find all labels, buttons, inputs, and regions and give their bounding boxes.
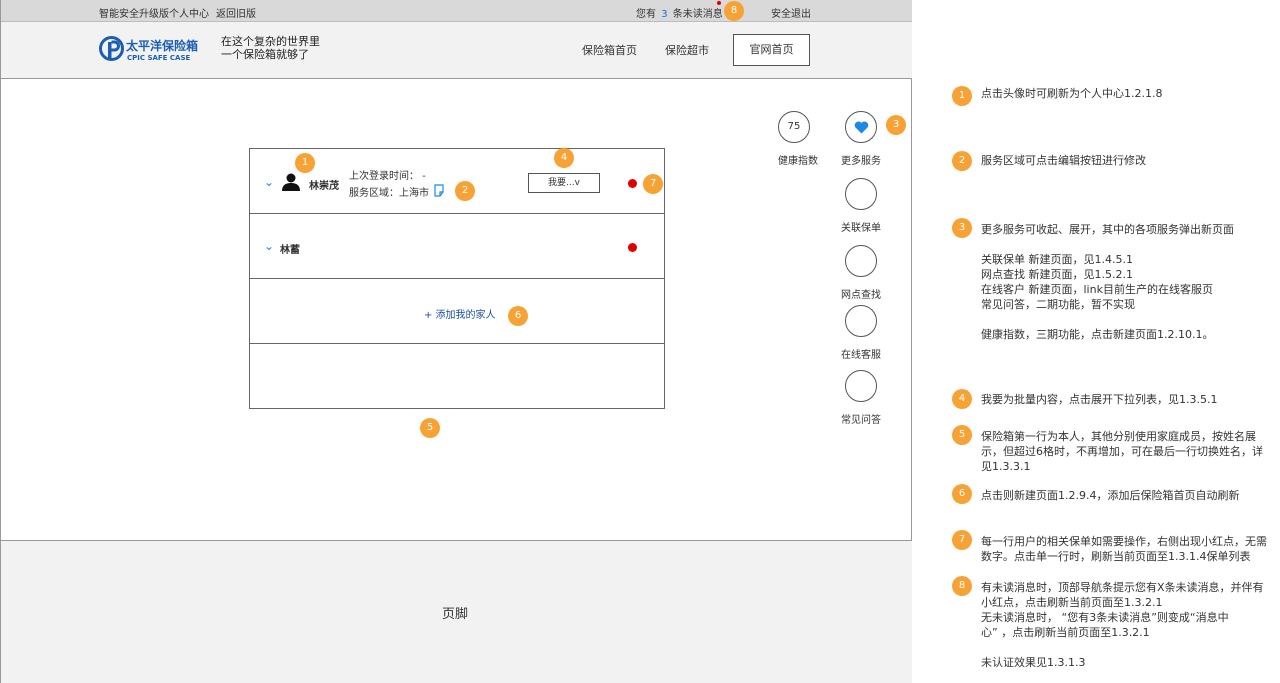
member-name: 林崇茂 (309, 181, 339, 192)
note-badge-5: 5 (952, 425, 972, 445)
more-services-label: 更多服务 (841, 156, 881, 167)
note-text-2: 服务区域可点击编辑按钮进行修改 (981, 154, 1146, 167)
annotation-badge-7: 7 (643, 174, 663, 194)
page-title: 智能安全升级版个人中心 (99, 9, 209, 20)
nav-official-home-button[interactable]: 官网首页 (733, 34, 810, 66)
note-badge-6: 6 (952, 484, 972, 504)
top-navigation-bar: 智能安全升级版个人中心 返回旧版 您有 3 条未读消息 安全退出 (1, 0, 912, 22)
annotation-badge-1: 1 (295, 153, 315, 173)
note-text-8: 有未读消息时，顶部导航条提示您有X条未读消息，并伴有 小红点，点击刷新当前页面至… (981, 581, 1264, 669)
note-text-3: 更多服务可收起、展开，其中的各项服务弹出新页面 关联保单 新建页面，见1.4.5… (981, 223, 1234, 341)
note-badge-7: 7 (952, 530, 972, 550)
note-badge-2: 2 (952, 151, 972, 171)
health-index-label: 健康指数 (778, 156, 818, 167)
unread-red-dot (717, 1, 721, 5)
footer-label: 页脚 (442, 607, 469, 622)
faq-button[interactable] (845, 370, 877, 402)
site-header: 太平洋保险箱 CPIC SAFE CASE 在这个复杂的世界里 一个保险箱就够了… (1, 22, 912, 79)
service-area-text: 服务区域：上海市 (349, 188, 429, 199)
nav-insurance-market[interactable]: 保险超市 (665, 42, 709, 58)
cpic-logo-icon[interactable] (99, 36, 124, 61)
user-avatar-icon[interactable] (282, 173, 300, 191)
branch-finder-button[interactable] (845, 245, 877, 277)
back-to-old-version-link[interactable]: 返回旧版 (216, 5, 256, 20)
brand-english: CPIC SAFE CASE (127, 54, 191, 62)
family-row-add: + 添加我的家人 (249, 278, 665, 344)
add-family-member-link[interactable]: + 添加我的家人 (424, 306, 496, 321)
note-text-5: 保险箱第一行为本人，其他分别使用家庭成员，按姓名展 示，但超过6格时，不再增加，… (981, 430, 1263, 473)
last-login-text: 上次登录时间： - (349, 171, 426, 182)
heart-icon (854, 121, 869, 134)
unread-messages-link[interactable]: 您有 3 条未读消息 (636, 5, 723, 20)
unread-prefix: 您有 (636, 9, 656, 20)
annotation-badge-3: 3 (886, 115, 906, 135)
nav-safebox-home[interactable]: 保险箱首页 (582, 42, 637, 58)
unread-count: 3 (661, 9, 668, 20)
annotation-badge-2: 2 (455, 181, 475, 201)
action-red-dot (628, 179, 637, 188)
note-text-4: 我要为批量内容，点击展开下拉列表，见1.3.5.1 (981, 393, 1218, 406)
note-badge-4: 4 (952, 389, 972, 409)
page-frame: 智能安全升级版个人中心 返回旧版 您有 3 条未读消息 安全退出 8 太平洋保险… (0, 0, 912, 683)
member-name: 林蓄 (280, 245, 300, 256)
note-text-6: 点击则新建页面1.2.9.4，添加后保险箱首页自动刷新 (981, 489, 1240, 502)
brand-name: 太平洋保险箱 (126, 39, 199, 53)
annotation-badge-8: 8 (724, 1, 744, 21)
annotation-badge-4: 4 (554, 148, 574, 168)
health-index-button[interactable]: 75 (778, 111, 810, 143)
note-badge-8: 8 (952, 576, 972, 596)
note-badge-1: 1 (952, 86, 972, 106)
annotation-badge-5: 5 (420, 418, 440, 438)
more-services-button[interactable] (845, 111, 877, 143)
family-row-empty (249, 343, 665, 409)
note-text-7: 每一行用户的相关保单如需要操作，右侧出现小红点，无需 数字。点击单一行时，刷新当… (981, 535, 1267, 563)
faq-label: 常见问答 (841, 415, 881, 426)
slogan-line-2: 一个保险箱就够了 (221, 48, 309, 61)
unread-suffix: 条未读消息 (672, 9, 723, 20)
linked-policy-label: 关联保单 (841, 223, 881, 234)
branch-finder-label: 网点查找 (841, 290, 881, 301)
family-row-member[interactable]: ⌄ 林蓄 (249, 213, 665, 279)
annotation-badge-6: 6 (508, 306, 528, 326)
online-service-button[interactable] (845, 305, 877, 337)
page-footer: 页脚 (1, 540, 912, 683)
online-service-label: 在线客服 (841, 350, 881, 361)
action-red-dot (628, 243, 637, 252)
note-badge-3: 3 (952, 218, 972, 238)
chevron-down-icon[interactable]: ⌄ (264, 239, 274, 253)
linked-policy-button[interactable] (845, 178, 877, 210)
chevron-down-icon[interactable]: ⌄ (264, 175, 274, 189)
i-want-dropdown[interactable]: 我要...v (528, 173, 600, 193)
edit-icon[interactable] (434, 184, 446, 197)
note-text-1: 点击头像时可刷新为个人中心1.2.1.8 (981, 87, 1163, 100)
logout-link[interactable]: 安全退出 (771, 5, 811, 20)
